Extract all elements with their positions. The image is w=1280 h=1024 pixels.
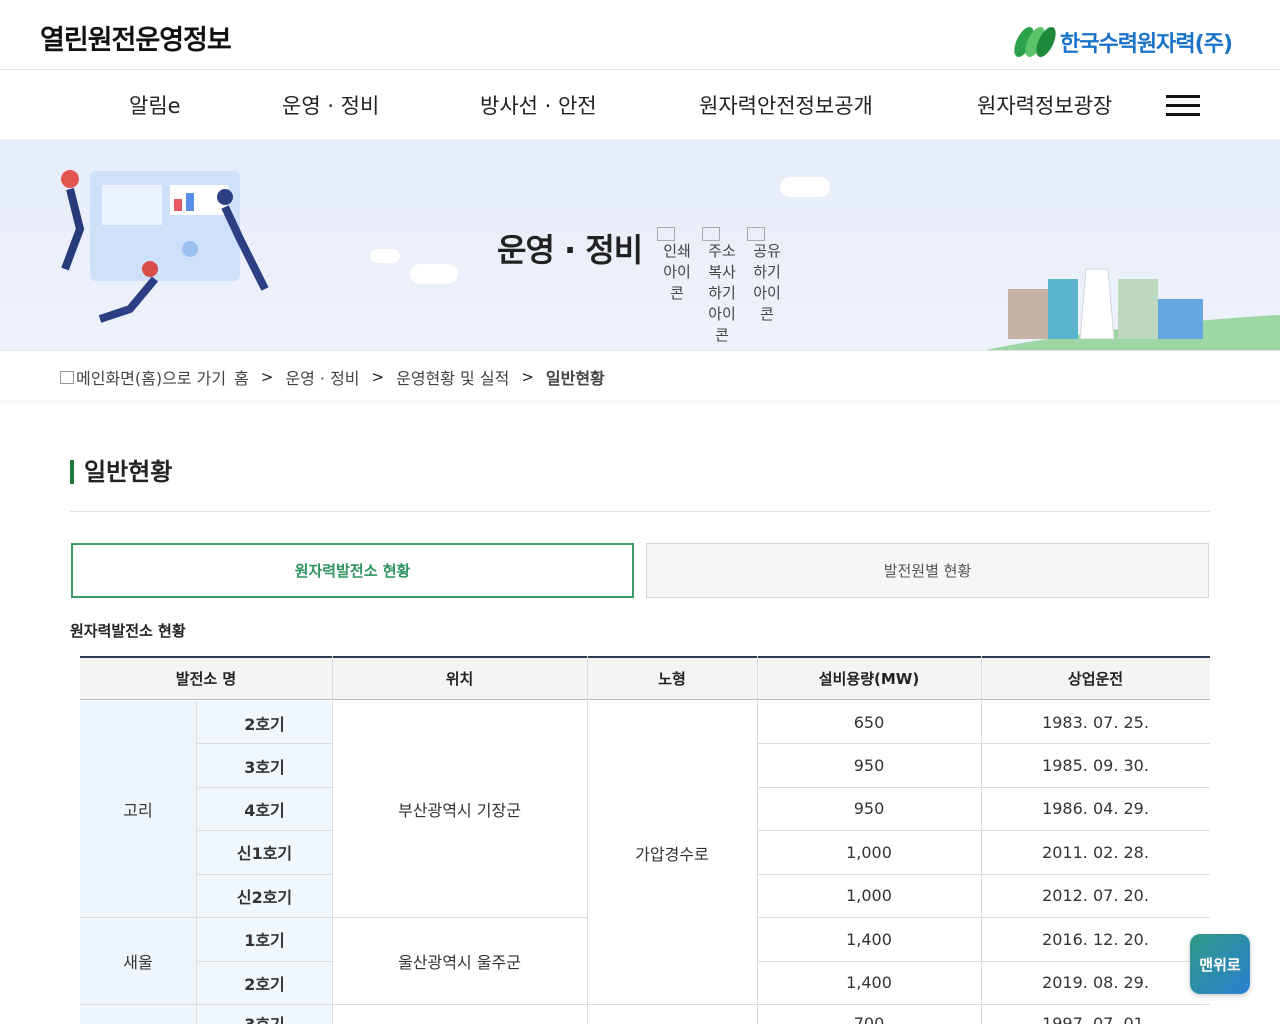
breadcrumb-status[interactable]: 운영현황 및 실적 <box>396 365 509 389</box>
section-caption: 원자력발전소 현황 <box>70 622 186 640</box>
plant-name-kori: 고리 <box>123 801 153 820</box>
unit-cell: 신1호기 <box>236 844 293 863</box>
top-bar: 열린원전운영정보 한국수력원자력(주) <box>0 0 1280 70</box>
capacity-cell: 1,400 <box>846 973 892 992</box>
tab-by-source[interactable]: 발전원별 현황 <box>646 543 1209 598</box>
date-cell: 2011. 02. 28. <box>1042 842 1149 862</box>
logo-text: 한국수력원자력(주) <box>1059 32 1233 57</box>
header-type: 노형 <box>658 669 686 688</box>
date-cell: 1983. 07. 25. <box>1042 713 1149 732</box>
tab-nuclear-plants[interactable]: 원자력발전소 현황 <box>71 543 634 598</box>
share-icon[interactable]: 공유하기 아이콘 <box>747 225 787 325</box>
main-nav: 알림e 운영 · 정비 방사선 · 안전 원자력안전정보공개 원자력정보광장 <box>0 70 1280 138</box>
reactor-type: 가압경수로 <box>635 844 709 864</box>
power-plant-illustration-icon <box>1008 268 1203 339</box>
header-capacity: 설비용량(MW) <box>818 669 920 688</box>
header-commercial-op: 상업운전 <box>1067 669 1124 688</box>
khnp-logo[interactable]: 한국수력원자력(주) <box>1010 26 1233 58</box>
site-title[interactable]: 열린원전운영정보 <box>40 18 232 57</box>
capacity-cell: 700 <box>853 1013 885 1024</box>
copy-url-icon[interactable]: 주소 복사하기 아이콘 <box>702 225 742 346</box>
menu-hamburger-icon[interactable] <box>1166 95 1200 117</box>
date-cell: 2012. 07. 20. <box>1042 886 1149 905</box>
date-cell: 1985. 09. 30. <box>1042 756 1149 775</box>
unit-cell: 4호기 <box>244 800 285 820</box>
location-saeul: 울산광역시 울주군 <box>398 952 521 972</box>
date-cell: 1986. 04. 29. <box>1042 799 1149 818</box>
capacity-cell: 1,400 <box>846 929 892 949</box>
nav-item-operation[interactable]: 운영 · 정비 <box>282 90 379 120</box>
banner-title: 운영 · 정비 <box>497 231 643 269</box>
breadcrumb-current[interactable]: 일반현황 <box>546 365 605 389</box>
chevron-right-icon: > <box>371 368 385 386</box>
unit-cell: 3호기 <box>244 757 285 777</box>
page-title: 일반현황 <box>70 460 172 484</box>
capacity-cell: 1,000 <box>846 886 892 905</box>
cloud-decoration <box>410 264 458 284</box>
breadcrumb-operation[interactable]: 운영 · 정비 <box>285 365 359 389</box>
unit-cell: 1호기 <box>244 931 285 950</box>
nav-item-safety-info[interactable]: 원자력안전정보공개 <box>699 90 873 120</box>
scroll-top-button[interactable]: 맨위로 <box>1190 934 1250 994</box>
illustration-people-icon <box>61 170 269 323</box>
chevron-right-icon: > <box>260 368 274 386</box>
logo-mark-icon <box>1010 27 1060 57</box>
date-cell: 1997. 07. 01. <box>1042 1013 1149 1024</box>
print-icon[interactable]: 인쇄 아이콘 <box>657 225 697 304</box>
home-icon[interactable] <box>60 370 74 384</box>
nav-item-radiation[interactable]: 방사선 · 안전 <box>480 90 597 120</box>
chevron-right-icon: > <box>521 368 534 386</box>
unit-cell: 신2호기 <box>236 887 293 907</box>
cloud-decoration <box>780 177 830 197</box>
unit-cell: 3호기 <box>197 1008 332 1024</box>
cloud-decoration <box>370 249 400 263</box>
capacity-cell: 950 <box>853 799 885 818</box>
breadcrumb-home-alt[interactable]: 메인화면(홈)으로 가기 <box>76 365 226 389</box>
unit-cell: 2호기 <box>244 974 285 994</box>
divider <box>70 511 1210 512</box>
date-cell: 2016. 12. 20. <box>1042 929 1149 949</box>
capacity-cell: 1,000 <box>846 842 892 862</box>
date-cell: 2019. 08. 29. <box>1042 973 1149 992</box>
capacity-cell: 650 <box>853 713 885 732</box>
header-plant: 발전소 명 <box>175 669 237 688</box>
breadcrumb-home[interactable]: 홈 <box>234 365 249 389</box>
nav-item-notice[interactable]: 알림e <box>129 90 181 120</box>
plant-name-saeul: 새울 <box>123 952 153 972</box>
page-banner: 운영 · 정비 인쇄 아이콘 주소 복사하기 아이콘 공유하기 아이콘 <box>0 139 1280 350</box>
header-location: 위치 <box>445 669 474 688</box>
capacity-cell: 950 <box>853 756 885 775</box>
nav-item-info-plaza[interactable]: 원자력정보광장 <box>977 90 1112 120</box>
location-kori: 부산광역시 기장군 <box>398 801 521 820</box>
breadcrumb: 메인화면(홈)으로 가기 홈 > 운영 · 정비 > 운영현황 및 실적 > 일… <box>0 350 1280 400</box>
unit-cell: 2호기 <box>244 714 285 734</box>
